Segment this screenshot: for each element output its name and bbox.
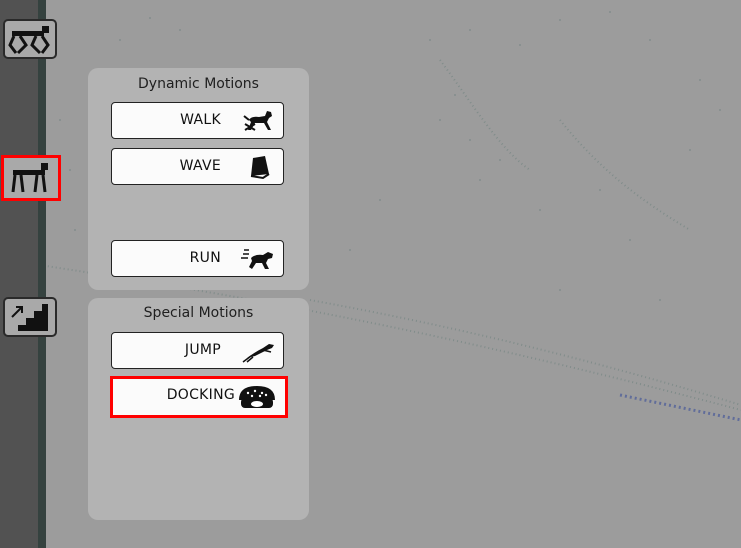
run-button[interactable]: RUN xyxy=(111,240,284,277)
panel-title: Dynamic Motions xyxy=(138,76,259,92)
left-toolbar xyxy=(0,0,46,548)
button-label: WALK xyxy=(180,112,221,128)
panel-title: Special Motions xyxy=(143,305,254,321)
wave-button[interactable]: WAVE xyxy=(111,148,284,185)
button-label: RUN xyxy=(189,250,221,266)
button-label: DOCKING xyxy=(166,387,235,403)
jump-button[interactable]: JUMP xyxy=(111,332,284,369)
dynamic-motions-panel: Dynamic Motions WALK WAVE RUN xyxy=(88,68,309,290)
robot-standing-button[interactable] xyxy=(3,19,57,59)
running-dog-icon xyxy=(241,249,273,269)
stairs-icon xyxy=(11,304,48,331)
robot-walking-button[interactable] xyxy=(1,155,61,201)
robot-dog-walk-icon xyxy=(11,163,48,193)
wave-block-icon xyxy=(250,156,270,180)
docking-button[interactable]: DOCKING xyxy=(110,376,288,418)
special-motions-panel: Special Motions JUMP DOCKING xyxy=(88,298,309,520)
stairs-button[interactable] xyxy=(3,297,57,337)
button-label: JUMP xyxy=(184,342,221,358)
button-label: WAVE xyxy=(179,158,221,174)
walk-button[interactable]: WALK xyxy=(111,102,284,139)
dog-bed-icon xyxy=(239,386,275,408)
jumping-dog-icon xyxy=(242,344,274,363)
walking-dog-icon xyxy=(243,111,272,131)
robot-dog-icon xyxy=(8,26,50,55)
